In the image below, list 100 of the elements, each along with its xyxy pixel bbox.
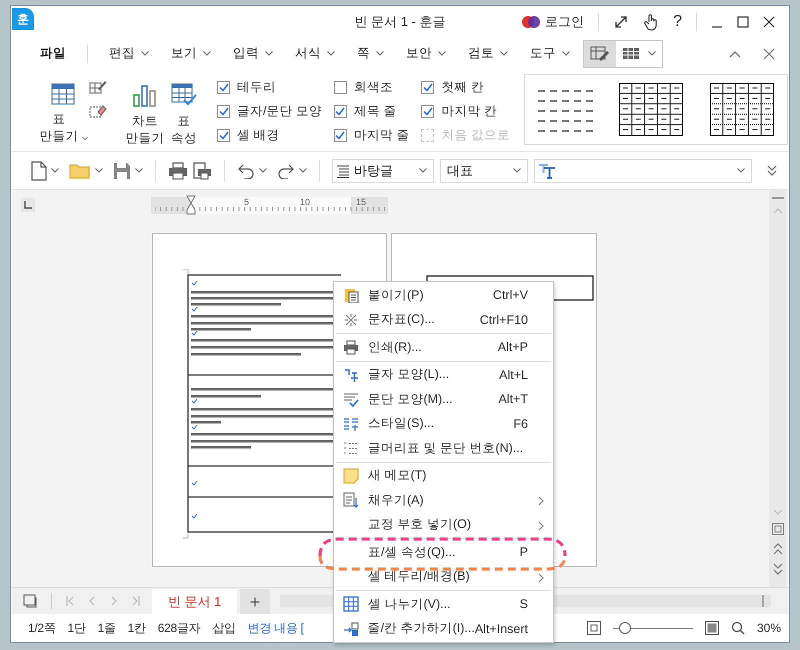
menu-tab[interactable]: 보안 xyxy=(395,40,457,66)
ribbon-button[interactable]: 표 속성 xyxy=(167,73,201,151)
menu-item[interactable]: 표/셀 속성(Q)... P xyxy=(334,540,553,564)
checkbox-label: 처음 값으로 xyxy=(441,126,510,144)
menu-tab[interactable]: 입력 xyxy=(222,40,284,66)
table-style-preview[interactable] xyxy=(710,83,774,136)
menu-tab[interactable]: 도구 xyxy=(519,40,581,66)
checkbox[interactable] xyxy=(421,104,434,118)
zoom-slider[interactable] xyxy=(612,622,693,634)
save-icon[interactable] xyxy=(113,162,131,180)
bar-chart-icon xyxy=(132,83,158,107)
caret-icon xyxy=(648,51,656,56)
table-icon xyxy=(51,83,75,105)
maximize-icon[interactable] xyxy=(737,16,749,28)
menu-tab[interactable]: 쪽 xyxy=(346,40,395,66)
tab-stop-button[interactable] xyxy=(21,198,35,212)
language-dropdown[interactable]: 대표 xyxy=(440,158,528,182)
menu-item[interactable]: 붙이기(P) Ctrl+V xyxy=(334,283,553,308)
table-check-icon xyxy=(171,83,197,107)
document-tab[interactable]: 빈 문서 1 xyxy=(152,589,237,614)
menu-item[interactable]: 줄/칸 추가하기(I)...Alt+Insert xyxy=(334,616,553,641)
expand-icon[interactable] xyxy=(613,14,630,30)
menu-item[interactable]: 셀 테두리/배경(B) xyxy=(334,564,553,589)
menu-tab[interactable]: 보기 xyxy=(160,40,222,66)
menu-item[interactable]: 교정 부호 넣기(O) xyxy=(334,512,553,537)
page-view-icon xyxy=(772,523,784,535)
menu-item[interactable]: 스타일(S)... F6 xyxy=(334,412,553,436)
slider-thumb[interactable] xyxy=(618,622,631,634)
checkbox[interactable] xyxy=(334,80,347,94)
scroll-down-icon xyxy=(772,509,782,515)
status-text: 삽입 xyxy=(212,620,236,636)
ruler[interactable]: 5 10 15 xyxy=(151,196,388,214)
fit-width-icon[interactable] xyxy=(704,621,719,635)
redo-icon[interactable] xyxy=(277,162,295,178)
menu-tab[interactable]: 파일 xyxy=(29,40,77,66)
caret-icon xyxy=(203,51,211,56)
caret-icon xyxy=(265,51,273,56)
style-dropdown[interactable]: 바탕글 xyxy=(332,158,434,182)
print-preview-icon[interactable] xyxy=(192,162,212,180)
caret-icon xyxy=(95,168,103,173)
ruler-number: 15 xyxy=(356,196,366,206)
caret-icon xyxy=(513,168,521,173)
new-document-icon[interactable] xyxy=(31,160,47,180)
checkbox[interactable] xyxy=(334,128,347,142)
character-format-icon xyxy=(343,366,359,383)
caret-icon xyxy=(562,51,570,56)
vertical-scrollbar[interactable] xyxy=(769,190,786,587)
scroll-end-icon xyxy=(761,595,765,607)
status-text: 628글자 xyxy=(158,620,200,636)
menu-item[interactable]: 셀 나누기(V)... S xyxy=(334,592,553,616)
menu-item[interactable]: 문단 모양(M)... Alt+T xyxy=(334,387,553,412)
ruler-number: 5 xyxy=(244,196,250,206)
menu-item[interactable]: 문자표(C)... Ctrl+F10 xyxy=(334,308,553,332)
table-eraser-icon[interactable] xyxy=(89,103,107,119)
ribbon-button[interactable]: 표 만들기 xyxy=(41,73,85,151)
fit-page-icon[interactable] xyxy=(586,621,601,635)
table-pencil-icon[interactable] xyxy=(89,79,107,95)
scroll-up-icon xyxy=(772,208,782,214)
checkbox[interactable] xyxy=(421,80,434,94)
expand-toolbar-icon[interactable] xyxy=(767,164,777,176)
caret-icon xyxy=(141,51,149,56)
table-style-preview[interactable] xyxy=(619,83,684,136)
close-icon[interactable] xyxy=(763,16,775,28)
collapse-icon[interactable] xyxy=(729,50,741,58)
menu-item[interactable]: 새 메모(T) xyxy=(334,464,553,488)
table-grid-icon xyxy=(343,596,359,612)
ribbon-button[interactable]: 차트 만들기 xyxy=(123,73,167,151)
caret-icon xyxy=(376,51,384,56)
print-icon[interactable] xyxy=(168,162,188,180)
checkbox[interactable] xyxy=(334,104,347,118)
status-text: 1줄 xyxy=(98,620,116,636)
menu-tab[interactable]: 검토 xyxy=(457,40,519,66)
zoom-reading: 30% xyxy=(756,621,781,635)
menu-item[interactable]: 채우기(A) xyxy=(334,488,553,512)
checkbox[interactable] xyxy=(217,104,230,118)
login-button[interactable]: 로그인 xyxy=(521,13,584,31)
ribbon-tab[interactable] xyxy=(584,40,616,66)
menu-tab[interactable]: 서식 xyxy=(284,40,346,66)
menu-item[interactable]: 글머리표 및 문단 번호(N)... xyxy=(334,436,553,460)
undo-icon[interactable] xyxy=(237,162,255,178)
menu-tab[interactable]: 편집 xyxy=(98,40,160,66)
checkbox[interactable] xyxy=(217,80,230,94)
corner-icon xyxy=(24,201,32,209)
checkbox-label: 제목 줄 xyxy=(354,102,396,120)
checkbox-label: 글자/문단 모양 xyxy=(237,102,322,120)
search-icon[interactable] xyxy=(730,621,745,635)
checkbox[interactable] xyxy=(217,128,230,142)
help-button[interactable]: ? xyxy=(673,13,682,31)
checkbox-label: 마지막 줄 xyxy=(354,126,410,144)
page-list-icon[interactable] xyxy=(23,594,37,608)
hand-icon[interactable] xyxy=(643,13,660,31)
checkbox-label: 셀 배경 xyxy=(237,126,280,144)
menu-item[interactable]: 글자 모양(L)... Alt+L xyxy=(334,362,553,387)
indent-marker-icon[interactable] xyxy=(186,194,196,214)
status-link[interactable]: 변경 내용 [ xyxy=(248,620,304,636)
menu-item[interactable]: 인쇄(R)... Alt+P xyxy=(334,335,553,360)
table-design-icon xyxy=(590,44,610,62)
new-tab-button[interactable]: + xyxy=(240,589,270,614)
print-icon xyxy=(343,339,359,356)
checkbox-label: 테두리 xyxy=(237,78,276,96)
